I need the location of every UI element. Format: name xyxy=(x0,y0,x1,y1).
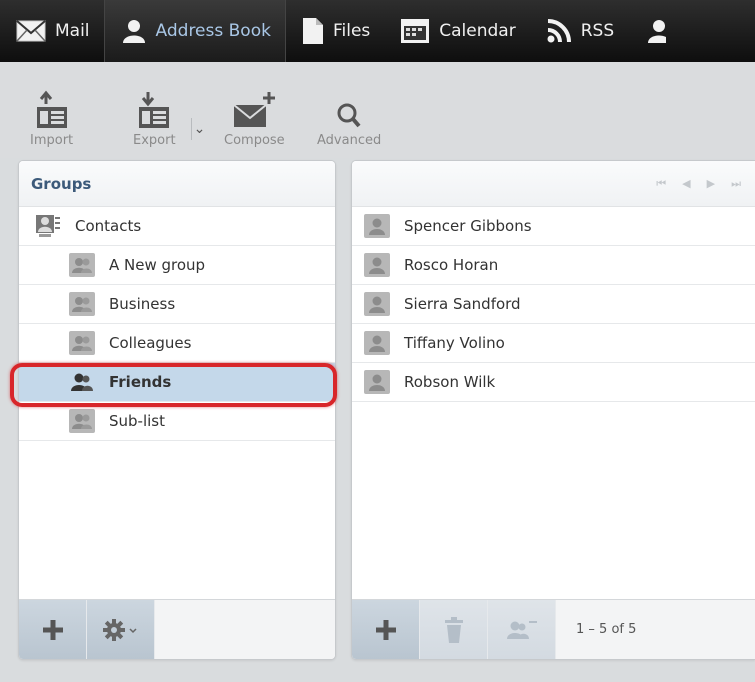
contact-avatar-icon xyxy=(364,370,390,394)
group-item-colleagues[interactable]: Colleagues xyxy=(19,324,335,363)
nav-calendar-label: Calendar xyxy=(439,21,516,41)
contact-name: Rosco Horan xyxy=(404,256,499,274)
nav-calendar[interactable]: Calendar xyxy=(384,0,529,62)
remove-from-group-icon xyxy=(506,620,537,639)
add-contact-button[interactable] xyxy=(352,600,420,659)
groups-title: Groups xyxy=(31,174,92,193)
advanced-label: Advanced xyxy=(317,133,382,148)
group-icon xyxy=(69,253,95,277)
plus-icon xyxy=(375,619,396,640)
group-label: Friends xyxy=(109,373,172,391)
search-icon xyxy=(334,84,364,130)
contact-row[interactable]: Tiffany Volino xyxy=(352,324,755,363)
import-label: Import xyxy=(30,133,74,148)
compose-icon xyxy=(231,84,277,130)
contacts-list-header: ⏮ ◀ ▶ ⏭ xyxy=(352,161,755,207)
import-icon xyxy=(35,84,69,130)
export-label: Export xyxy=(133,133,176,148)
group-label: Contacts xyxy=(75,217,142,235)
groups-header: Groups xyxy=(19,161,335,207)
plus-icon xyxy=(42,619,63,640)
group-label: Sub-list xyxy=(109,412,165,430)
prev-page-icon[interactable]: ◀ xyxy=(682,177,690,191)
import-button[interactable]: Import xyxy=(30,84,73,148)
first-page-icon[interactable]: ⏮ xyxy=(656,177,666,191)
add-group-button[interactable] xyxy=(19,600,87,659)
pager: ⏮ ◀ ▶ ⏭ xyxy=(656,177,741,191)
last-page-icon[interactable]: ⏭ xyxy=(731,177,741,191)
contact-row[interactable]: Robson Wilk xyxy=(352,363,755,402)
contact-name: Spencer Gibbons xyxy=(404,217,532,235)
contact-row[interactable]: Spencer Gibbons xyxy=(352,207,755,246)
contact-name: Sierra Sandford xyxy=(404,295,521,313)
nav-address-book-label: Address Book xyxy=(155,21,271,41)
contact-row[interactable]: Sierra Sandford xyxy=(352,285,755,324)
export-button[interactable]: Export xyxy=(133,84,176,148)
compose-button[interactable]: Compose xyxy=(224,84,285,148)
calendar-icon xyxy=(400,18,430,44)
trash-icon xyxy=(444,616,463,643)
group-item-contacts[interactable]: Contacts xyxy=(19,207,335,246)
group-icon xyxy=(69,331,95,355)
export-icon xyxy=(137,84,171,130)
nav-address-book[interactable]: Address Book xyxy=(103,0,286,62)
group-options-button[interactable] xyxy=(87,600,155,659)
contact-name: Robson Wilk xyxy=(404,373,496,391)
contacts-footer: 1 – 5 of 5 xyxy=(352,599,755,659)
group-item-sub-list[interactable]: Sub-list xyxy=(19,402,335,441)
group-item-friends[interactable]: Friends xyxy=(19,363,335,402)
toolbar: Import Export ⌄ Compose Advanced xyxy=(0,62,755,158)
groups-panel: Groups Contacts A New group Business Col… xyxy=(18,160,336,660)
contacts-count: 1 – 5 of 5 xyxy=(576,622,637,637)
nav-mail-label: Mail xyxy=(55,21,90,41)
contacts-list-panel: ⏮ ◀ ▶ ⏭ Spencer Gibbons Rosco Horan Sier… xyxy=(351,160,755,660)
contact-avatar-icon xyxy=(364,214,390,238)
chevron-down-icon: ⌄ xyxy=(193,121,206,137)
contact-avatar-icon xyxy=(364,331,390,355)
remove-from-group-button[interactable] xyxy=(488,600,556,659)
group-label: Colleagues xyxy=(109,334,192,352)
groups-footer xyxy=(19,599,335,659)
nav-mail[interactable]: Mail xyxy=(0,0,104,62)
group-item-a-new-group[interactable]: A New group xyxy=(19,246,335,285)
mail-icon xyxy=(16,20,46,42)
group-icon xyxy=(69,370,95,394)
gear-icon xyxy=(102,618,137,641)
nav-settings-partial[interactable] xyxy=(628,0,689,62)
group-label: Business xyxy=(109,295,176,313)
contact-avatar-icon xyxy=(364,253,390,277)
group-item-business[interactable]: Business xyxy=(19,285,335,324)
file-icon xyxy=(302,17,324,45)
top-navigation: Mail Address Book Files Calendar RSS xyxy=(0,0,755,62)
nav-files-label: Files xyxy=(332,21,371,41)
advanced-search-button[interactable]: Advanced xyxy=(317,84,381,148)
contact-avatar-icon xyxy=(364,292,390,316)
compose-label: Compose xyxy=(224,133,285,148)
contact-name: Tiffany Volino xyxy=(404,334,505,352)
group-label: A New group xyxy=(109,256,206,274)
person-icon xyxy=(646,18,667,44)
group-icon xyxy=(69,409,95,433)
nav-rss-label: RSS xyxy=(580,21,615,41)
person-icon xyxy=(121,18,147,44)
address-book-icon xyxy=(35,214,61,238)
rss-icon xyxy=(546,18,572,44)
nav-rss[interactable]: RSS xyxy=(530,0,628,62)
next-page-icon[interactable]: ▶ xyxy=(707,177,715,191)
delete-contact-button[interactable] xyxy=(420,600,488,659)
nav-files[interactable]: Files xyxy=(286,0,384,62)
contact-row[interactable]: Rosco Horan xyxy=(352,246,755,285)
export-dropdown-toggle[interactable]: ⌄ xyxy=(191,118,207,140)
group-icon xyxy=(69,292,95,316)
